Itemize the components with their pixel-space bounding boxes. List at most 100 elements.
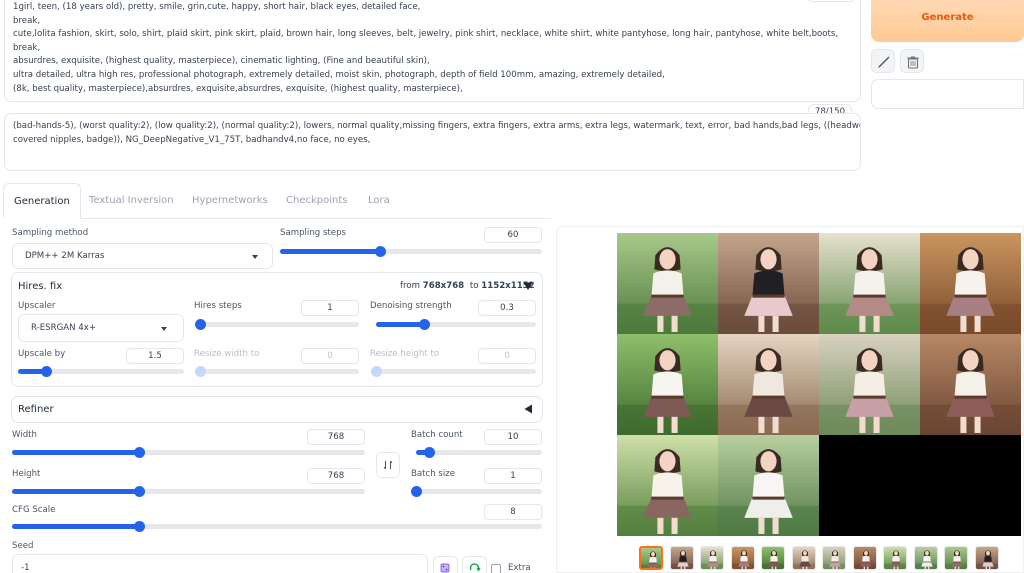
tab-lora[interactable]: Lora	[360, 183, 398, 219]
gallery-thumbnail[interactable]	[791, 546, 816, 570]
chevron-down-icon	[161, 327, 167, 331]
sampling-steps-label: Sampling steps	[280, 228, 347, 238]
swap-dimensions-button[interactable]	[376, 452, 400, 478]
batch-size-label: Batch size	[411, 469, 456, 479]
hires-steps-label: Hires steps	[194, 301, 242, 311]
gallery-thumbnail[interactable]	[913, 546, 938, 570]
gallery-image[interactable]	[819, 233, 920, 334]
hires-fix-title[interactable]: Hires. fix	[18, 281, 62, 292]
sampling-method-value: DPM++ 2M Karras	[25, 251, 105, 261]
generate-button[interactable]: Generate	[871, 0, 1024, 42]
tab-bar: Generation Textual Inversion Hypernetwor…	[3, 183, 551, 219]
slider-handle[interactable]	[134, 521, 146, 532]
reuse-seed-button[interactable]	[462, 556, 487, 573]
batch-size-slider[interactable]	[411, 486, 542, 497]
gallery-image[interactable]	[617, 233, 718, 334]
sampling-steps-input[interactable]: 60	[484, 227, 542, 243]
sampling-steps-slider[interactable]	[280, 246, 542, 257]
prompt-textarea[interactable]: 1girl, teen, (18 years old), pretty, smi…	[4, 0, 861, 102]
gallery-image[interactable]	[920, 334, 1021, 435]
prompt-line: break,	[13, 15, 41, 26]
gallery-image[interactable]	[819, 334, 920, 435]
prompt-line: ultra detailed, ultra high res, professi…	[13, 69, 665, 80]
cfg-scale-slider[interactable]	[12, 521, 542, 532]
slider-handle[interactable]	[134, 447, 146, 458]
slider-handle[interactable]	[134, 486, 146, 497]
trash-icon	[907, 56, 919, 69]
upscale-by-label: Upscale by	[18, 349, 66, 359]
collapse-triangle-icon[interactable]	[523, 281, 533, 291]
slider-handle[interactable]	[423, 447, 435, 458]
gallery-image[interactable]	[718, 334, 819, 435]
swap-arrows-icon	[383, 460, 393, 470]
negative-prompt-textarea[interactable]: (bad-hands-5), (worst quality:2), (low q…	[4, 113, 861, 171]
cfg-scale-label: CFG Scale	[12, 505, 56, 515]
upscaler-select[interactable]: R-ESRGAN 4x+	[18, 314, 184, 342]
denoising-strength-input[interactable]: 0.3	[478, 300, 536, 316]
chevron-down-icon	[252, 255, 258, 259]
sampling-method-select[interactable]: DPM++ 2M Karras	[12, 243, 273, 269]
height-input[interactable]: 768	[307, 468, 365, 484]
gallery-thumbnail[interactable]	[944, 546, 968, 570]
seed-value: -1	[21, 563, 30, 573]
cfg-scale-input[interactable]: 8	[484, 504, 542, 520]
gallery-thumbnail[interactable]	[700, 546, 724, 570]
slider-handle[interactable]	[374, 246, 386, 257]
slider-handle[interactable]	[419, 319, 430, 330]
refiner-panel[interactable]	[11, 396, 543, 423]
upscaler-value: R-ESRGAN 4x+	[31, 323, 97, 333]
gallery-image[interactable]	[718, 435, 819, 536]
hires-from-value: 768x768	[422, 281, 465, 291]
gallery-image[interactable]	[617, 435, 718, 536]
slider-handle[interactable]	[411, 486, 422, 497]
width-slider[interactable]	[12, 447, 365, 458]
seed-label: Seed	[12, 541, 34, 551]
upscale-by-input[interactable]: 1.5	[126, 348, 184, 364]
gallery-image[interactable]	[718, 233, 819, 334]
refiner-title: Refiner	[18, 404, 54, 415]
batch-size-input[interactable]: 1	[484, 468, 542, 484]
pencil-button[interactable]	[871, 49, 895, 73]
batch-count-input[interactable]: 10	[484, 429, 542, 445]
batch-count-slider[interactable]	[416, 447, 542, 458]
gallery-thumbnail[interactable]	[669, 546, 694, 570]
expand-triangle-icon[interactable]	[523, 404, 533, 414]
gallery-thumbnail[interactable]	[822, 546, 846, 570]
seed-input[interactable]: -1	[12, 554, 428, 573]
hires-steps-input[interactable]: 1	[301, 300, 359, 316]
slider-handle[interactable]	[195, 319, 206, 330]
tab-checkpoints[interactable]: Checkpoints	[278, 183, 355, 219]
styles-dropdown[interactable]	[871, 79, 1024, 109]
denoising-strength-slider[interactable]	[376, 319, 536, 330]
gallery-image[interactable]	[617, 334, 718, 435]
gallery-thumbnail[interactable]	[639, 546, 663, 570]
extra-checkbox[interactable]	[491, 564, 501, 573]
gallery-thumbnail[interactable]	[974, 546, 999, 570]
slider-handle	[195, 366, 206, 377]
tab-textual-inversion[interactable]: Textual Inversion	[81, 183, 182, 219]
gallery-image[interactable]	[920, 233, 1021, 334]
gallery-thumbnail[interactable]	[761, 546, 785, 570]
batch-count-label: Batch count	[411, 430, 463, 440]
upscale-by-slider[interactable]	[18, 366, 184, 377]
random-seed-button[interactable]	[433, 556, 458, 573]
gallery-thumbnail[interactable]	[730, 546, 755, 570]
width-input[interactable]: 768	[307, 429, 365, 445]
prompt-line: break,	[13, 42, 41, 53]
gallery-thumbnail[interactable]	[852, 546, 877, 570]
prompt-counter-edge	[808, 0, 854, 2]
resize-height-slider	[371, 366, 536, 377]
hires-to-prefix: to	[469, 281, 479, 291]
negative-prompt-line: (bad-hands-5), (worst quality:2), (low q…	[13, 121, 861, 131]
gallery-thumbnail[interactable]	[883, 546, 907, 570]
trash-button[interactable]	[900, 49, 924, 73]
sampling-method-label: Sampling method	[12, 228, 89, 238]
gallery-empty-cell	[920, 435, 1021, 536]
denoising-strength-label: Denoising strength	[370, 301, 452, 311]
resize-height-label: Resize height to	[370, 349, 440, 359]
hires-steps-slider[interactable]	[195, 319, 359, 330]
prompt-line: 1girl, teen, (18 years old), pretty, smi…	[13, 2, 421, 12]
tab-generation[interactable]: Generation	[3, 183, 81, 219]
height-slider[interactable]	[12, 486, 365, 497]
tab-hypernetworks[interactable]: Hypernetworks	[184, 183, 276, 219]
